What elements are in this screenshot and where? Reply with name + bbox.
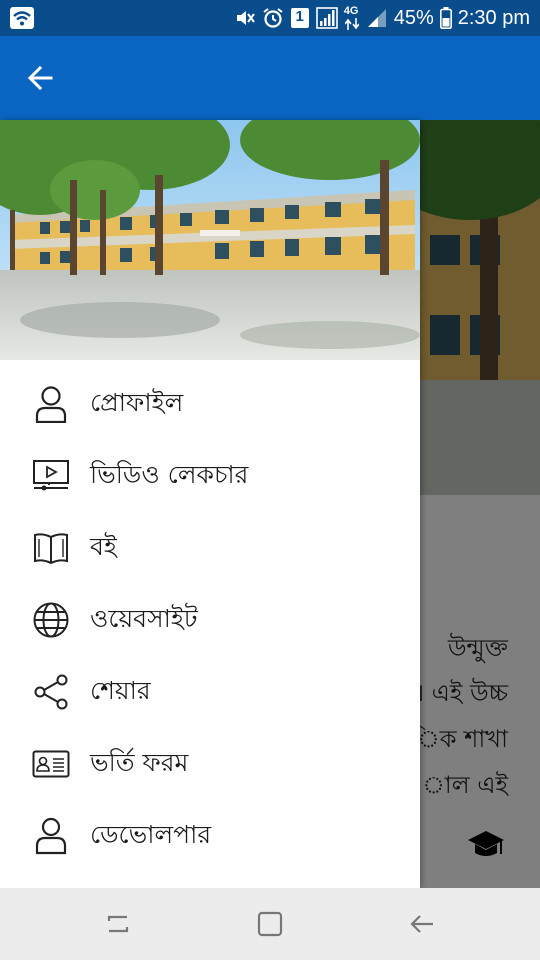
data-arrows-icon: 4G [344, 5, 360, 31]
school-building-photo [0, 120, 420, 360]
menu-item-profile[interactable]: প্রোফাইল [0, 368, 420, 440]
home-button[interactable] [252, 906, 288, 942]
system-nav-bar [0, 888, 540, 960]
back-icon [410, 915, 433, 933]
back-button[interactable] [20, 58, 60, 98]
menu-item-video-lecture[interactable]: ভিডিও লেকচার [0, 440, 420, 512]
menu-item-label: ভিডিও লেকচার [90, 459, 249, 489]
menu-item-share[interactable]: শেয়ার [0, 656, 420, 728]
app-bar [0, 36, 540, 120]
menu-item-label: ডেভোলপার [90, 819, 212, 849]
mute-icon [236, 11, 255, 25]
person-icon [30, 383, 72, 425]
menu-item-admission-form[interactable]: ভর্তি ফরম [0, 728, 420, 800]
menu-item-developer[interactable]: ডেভোলপার [0, 800, 420, 872]
video-lecture-icon [30, 455, 72, 497]
recent-apps-button[interactable] [100, 906, 136, 942]
nav-back-button[interactable] [404, 906, 440, 942]
alarm-icon [263, 8, 283, 28]
battery-percent: 45% [393, 6, 434, 29]
wifi-icon [10, 7, 34, 29]
signal-icon [315, 7, 338, 29]
menu-item-label: প্রোফাইল [90, 387, 184, 417]
navigation-drawer: প্রোফাইল ভিডিও লেকচার বই ওয়েবসাইট শেয়া… [0, 120, 420, 888]
book-icon [30, 527, 72, 569]
menu-item-label: ভর্তি ফরম [90, 747, 189, 777]
network-type-label: 4G [343, 5, 359, 17]
home-icon [257, 911, 283, 937]
drawer-header [0, 120, 420, 360]
status-bar: 1 4G 45% 2:30 pm [0, 0, 540, 36]
developer-icon [30, 815, 72, 857]
menu-item-book[interactable]: বই [0, 512, 420, 584]
menu-item-label: ওয়েবসাইট [90, 603, 198, 633]
sim-slot-number: 1 [295, 8, 304, 25]
clock: 2:30 pm [457, 6, 530, 29]
menu-item-label: বই [90, 531, 117, 561]
share-icon [30, 671, 72, 713]
sim-icon: 1 [290, 7, 310, 29]
menu-item-label: শেয়ার [90, 675, 151, 705]
cell-signal-icon [367, 9, 386, 27]
id-card-icon [30, 743, 72, 785]
menu-item-website[interactable]: ওয়েবসাইট [0, 584, 420, 656]
battery-icon [439, 7, 452, 29]
recent-apps-icon [107, 915, 129, 933]
globe-icon [30, 599, 72, 641]
arrow-left-icon [27, 65, 53, 91]
